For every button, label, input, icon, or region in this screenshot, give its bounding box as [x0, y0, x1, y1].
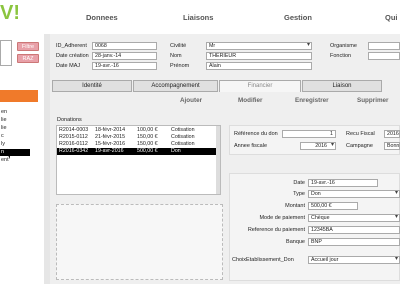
organisme-label: Organisme — [330, 43, 357, 49]
don-ref-label: Référence du don — [234, 131, 278, 137]
civilite-label: Civilité — [170, 43, 187, 49]
list-item[interactable]: ent — [0, 157, 9, 164]
montant-label: Montant — [285, 203, 305, 209]
filter-button[interactable]: Filtre — [17, 42, 39, 51]
id-label: ID_Adherent — [56, 43, 87, 49]
tab-liaison[interactable]: Liaison — [302, 80, 382, 92]
nom-field[interactable]: THERIEUR — [206, 52, 312, 60]
creation-label: Date création — [56, 53, 89, 59]
add-button[interactable]: Ajouter — [180, 97, 202, 104]
montant-field[interactable]: 500,00 € — [308, 202, 358, 210]
organisme-field[interactable] — [368, 42, 400, 50]
type-select[interactable]: Don — [308, 190, 400, 198]
maj-field[interactable]: 19-avr.-16 — [92, 62, 157, 70]
search-box[interactable] — [0, 40, 12, 66]
empty-subform — [56, 204, 223, 280]
tab-accompagnement[interactable]: Accompagnement — [133, 80, 218, 92]
civilite-select[interactable]: Mr — [206, 42, 312, 50]
list-header-bar — [0, 90, 38, 102]
prenom-label: Prénom — [170, 63, 190, 69]
don-ref-field[interactable]: 1 — [282, 130, 336, 138]
reset-button[interactable]: RAZ — [17, 54, 39, 63]
table-row[interactable]: R2016-0112 15-févr-2016 150,00 € Cotisat… — [57, 141, 220, 148]
list-item[interactable]: lie — [0, 125, 7, 132]
id-field[interactable]: 0068 — [92, 42, 157, 50]
nom-label: Nom — [170, 53, 182, 59]
list-item[interactable]: c — [0, 133, 4, 140]
app-logo: V! — [0, 2, 18, 24]
donations-list[interactable]: R2014-0003 18-févr-2014 100,00 € Cotisat… — [56, 125, 221, 195]
fiscal-year-select[interactable]: 2016 — [300, 142, 336, 150]
delete-button[interactable]: Supprimer — [357, 97, 389, 104]
date-field[interactable]: 19-avr.-16 — [308, 179, 378, 187]
save-button[interactable]: Enregistrer — [295, 97, 329, 104]
menu-donnees[interactable]: Donnees — [86, 13, 118, 22]
recu-field[interactable]: 2016-0 — [384, 130, 400, 138]
payment-ref-field[interactable]: 12345BA — [308, 226, 400, 234]
etablissement-label: ChoixEtablissement_Don — [232, 257, 294, 263]
campagne-field[interactable]: Bonne — [384, 142, 400, 150]
list-item[interactable]: lie — [0, 117, 7, 124]
table-row-selected[interactable]: R2016-0342 19-avr-2016 500,00 € Don — [57, 148, 220, 155]
table-row[interactable]: R2014-0003 18-févr-2014 100,00 € Cotisat… — [57, 127, 220, 134]
maj-label: Date MAJ — [56, 63, 81, 69]
menu-qui[interactable]: Qui — [385, 13, 398, 22]
date-label: Date — [293, 180, 305, 186]
bank-field[interactable]: BNP — [308, 238, 400, 246]
recu-label: Recu Fiscal — [346, 131, 375, 137]
top-bar: V! Donnees Liaisons Gestion Qui — [0, 0, 400, 34]
prenom-field[interactable]: Alain — [206, 62, 312, 70]
list-scrollbar[interactable] — [216, 126, 220, 194]
payment-mode-label: Mode de paiement — [259, 215, 305, 221]
fonction-field[interactable] — [368, 52, 400, 60]
table-row[interactable]: R2015-0112 21-févr-2015 150,00 € Cotisat… — [57, 134, 220, 141]
campagne-label: Campagne — [346, 143, 373, 149]
type-label: Type — [293, 191, 305, 197]
edit-button[interactable]: Modifier — [238, 97, 263, 104]
bank-label: Banque — [286, 239, 305, 245]
fiscal-year-label: Annee fiscale — [234, 143, 268, 149]
payment-ref-label: Reference du paiement — [247, 227, 305, 233]
menu-gestion[interactable]: Gestion — [284, 13, 312, 22]
etablissement-select[interactable]: Accueil jour — [308, 256, 400, 264]
creation-field[interactable]: 28-janv.-14 — [92, 52, 157, 60]
tab-financier[interactable]: Financier — [219, 80, 301, 92]
payment-mode-select[interactable]: Chèque — [308, 214, 400, 222]
tab-identite[interactable]: Identité — [52, 80, 132, 92]
donations-title: Donations — [57, 117, 82, 123]
fonction-label: Fonction — [330, 53, 352, 59]
list-item[interactable]: en — [0, 109, 7, 116]
menu-liaisons[interactable]: Liaisons — [183, 13, 213, 22]
list-item[interactable]: ly — [0, 141, 5, 148]
